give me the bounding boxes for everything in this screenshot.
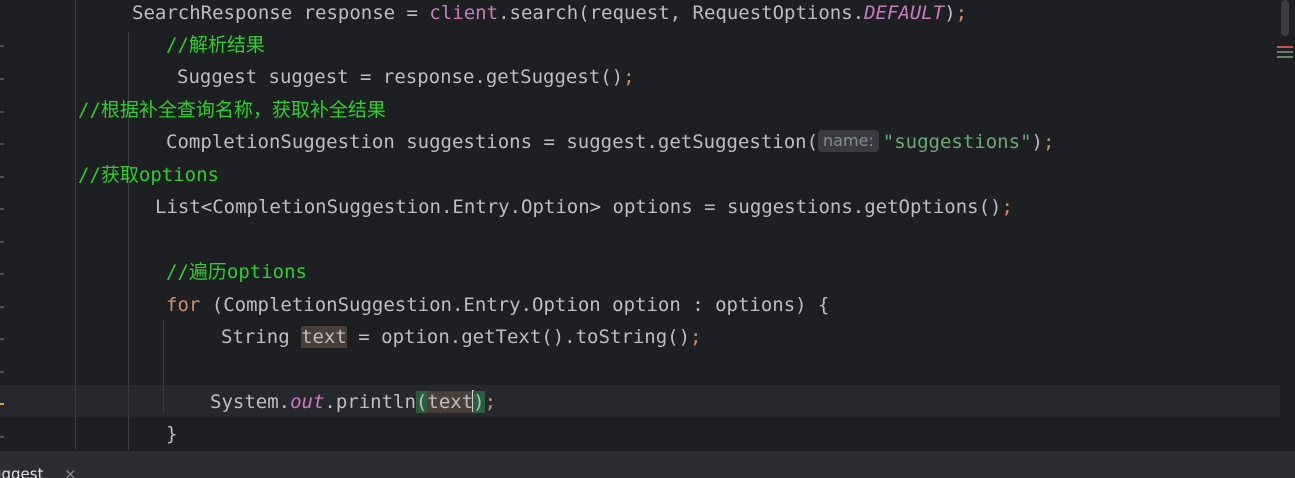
parameter-hint: name: bbox=[818, 130, 879, 152]
code-semicolon: ; bbox=[955, 2, 968, 24]
code-line[interactable]: CompletionSuggestion suggestions = sugge… bbox=[0, 126, 1295, 158]
code-field: client bbox=[429, 2, 499, 24]
code-comment-line[interactable]: //获取options bbox=[0, 159, 1295, 191]
code-string: "suggestions" bbox=[882, 131, 1032, 153]
gutter-marker bbox=[0, 241, 4, 243]
tab-label[interactable]: uggest bbox=[0, 465, 43, 478]
code-semicolon: ; bbox=[1001, 196, 1013, 218]
code-comment-line[interactable]: //遍历options bbox=[0, 256, 1295, 288]
code-semicolon: ; bbox=[623, 66, 635, 88]
code-text: System. bbox=[210, 391, 291, 413]
code-text: CompletionSuggestion suggestions = sugge… bbox=[166, 131, 819, 153]
code-line[interactable]: Suggest suggest = response.getSuggest(); bbox=[0, 61, 1295, 93]
close-icon[interactable]: × bbox=[64, 465, 77, 478]
code-text: (CompletionSuggestion.Entry.Option optio… bbox=[200, 294, 830, 316]
vertical-scrollbar[interactable] bbox=[1281, 0, 1289, 36]
code-semicolon: ; bbox=[1042, 131, 1055, 153]
code-line-current[interactable]: System.out.println(text); bbox=[0, 386, 1295, 418]
code-text: List<CompletionSuggestion.Entry.Option> … bbox=[155, 196, 1002, 218]
code-text: String bbox=[221, 326, 302, 348]
highlighted-variable: text bbox=[301, 326, 347, 348]
code-text: ) bbox=[1031, 131, 1043, 153]
code-text: = option.getText().toString() bbox=[346, 326, 691, 348]
error-stripe-marker[interactable] bbox=[1277, 46, 1293, 48]
code-text: SearchResponse response = bbox=[132, 2, 430, 24]
code-line[interactable]: SearchResponse response = client.search(… bbox=[0, 0, 1295, 29]
stripe-marker[interactable] bbox=[1277, 51, 1293, 53]
code-semicolon: ; bbox=[484, 391, 497, 413]
stripe-marker[interactable] bbox=[1277, 56, 1293, 58]
code-text: .println bbox=[324, 391, 416, 413]
gutter-marker bbox=[0, 371, 4, 373]
code-line[interactable]: for (CompletionSuggestion.Entry.Option o… bbox=[0, 289, 1295, 321]
code-field: out bbox=[290, 391, 325, 413]
code-text: } bbox=[166, 423, 178, 445]
code-comment-line[interactable]: //根据补全查询名称，获取补全结果 bbox=[0, 94, 1295, 126]
code-text: ) bbox=[944, 2, 956, 24]
code-line[interactable]: String text = option.getText().toString(… bbox=[0, 321, 1295, 353]
code-comment-line[interactable]: //解析结果 bbox=[0, 29, 1295, 61]
code-keyword: for bbox=[166, 294, 201, 316]
bottom-tool-window-bar: uggest × bbox=[0, 450, 1295, 478]
code-text: Suggest suggest = response.getSuggest() bbox=[177, 66, 624, 88]
highlighted-variable: text bbox=[427, 391, 474, 413]
code-editor[interactable]: SearchResponse response = client.search(… bbox=[0, 0, 1295, 450]
code-semicolon: ; bbox=[690, 326, 702, 348]
matched-paren: ( bbox=[415, 391, 428, 413]
code-line[interactable]: List<CompletionSuggestion.Entry.Option> … bbox=[0, 191, 1295, 223]
code-text: .search(request, RequestOptions. bbox=[498, 2, 865, 24]
code-line[interactable]: } bbox=[0, 418, 1295, 450]
code-constant: DEFAULT bbox=[864, 2, 945, 24]
matched-paren: ) bbox=[473, 391, 485, 413]
